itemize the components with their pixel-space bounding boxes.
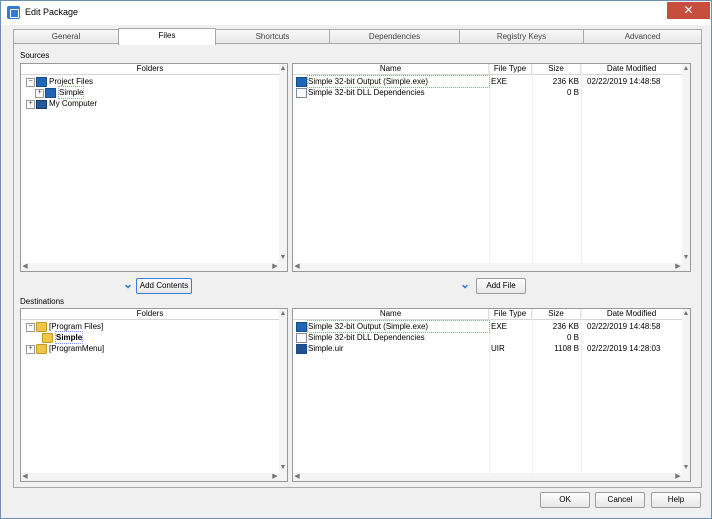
destinations-folders-panel[interactable]: Folders − [Program Files] Simple + [Prog… (20, 308, 288, 482)
date-column-header[interactable]: Date Modified (581, 64, 682, 74)
project-icon (36, 77, 47, 87)
dependency-icon (296, 88, 307, 98)
tab-files[interactable]: Files (118, 28, 216, 45)
file-row[interactable]: Simple.uir UIR 1108 B 02/22/2019 14:28:0… (293, 343, 682, 354)
exe-file-icon (296, 322, 307, 332)
vertical-scrollbar[interactable]: ▲ ▼ (279, 309, 287, 481)
folders-header: Folders (21, 309, 279, 320)
computer-icon (36, 100, 47, 109)
edit-package-window: Edit Package ✕ General Files Shortcuts D… (0, 0, 712, 519)
tree-item-my-computer[interactable]: + My Computer (25, 98, 145, 109)
sources-files-panel[interactable]: Name File Type Size Date Modified Simple… (292, 63, 691, 272)
scroll-down-icon[interactable]: ▼ (279, 254, 287, 262)
scroll-down-icon[interactable]: ▼ (682, 464, 690, 472)
scroll-up-icon[interactable]: ▲ (279, 310, 287, 318)
folder-icon (42, 333, 53, 343)
tab-strip: General Files Shortcuts Dependencies Reg… (13, 28, 702, 45)
vertical-scrollbar[interactable]: ▲ ▼ (682, 309, 690, 481)
scroll-right-icon[interactable]: ▶ (674, 263, 682, 271)
name-column-header[interactable]: Name (293, 64, 489, 74)
help-button[interactable]: Help (651, 492, 701, 508)
scroll-up-icon[interactable]: ▲ (682, 310, 690, 318)
title-bar: Edit Package ✕ (1, 1, 711, 25)
destinations-files-panel[interactable]: Name File Type Size Date Modified Simple… (292, 308, 691, 482)
uir-file-icon (296, 344, 307, 354)
size-column-header[interactable]: Size (532, 64, 581, 74)
close-button[interactable]: ✕ (667, 2, 710, 19)
tab-advanced[interactable]: Advanced (583, 29, 702, 43)
vertical-scrollbar[interactable]: ▲ ▼ (682, 64, 690, 271)
sources-folders-panel[interactable]: Folders − Project Files + Simple + My Co… (20, 63, 288, 272)
exe-file-icon (296, 77, 307, 87)
sources-label: Sources (20, 51, 50, 60)
scroll-right-icon[interactable]: ▶ (271, 473, 279, 481)
files-header: Name File Type Size Date Modified (293, 309, 682, 320)
destinations-label: Destinations (20, 297, 65, 306)
expand-icon[interactable]: + (26, 100, 35, 109)
chevron-down-icon: ⌄ (460, 277, 471, 291)
tab-shortcuts[interactable]: Shortcuts (215, 29, 330, 43)
horizontal-scrollbar[interactable]: ◀ ▶ (21, 263, 279, 271)
type-column-header[interactable]: File Type (489, 309, 532, 319)
window-title: Edit Package (25, 7, 79, 17)
horizontal-scrollbar[interactable]: ◀ ▶ (293, 263, 682, 271)
collapse-icon[interactable]: − (26, 78, 35, 87)
file-row[interactable]: Simple 32-bit Output (Simple.exe) EXE 23… (293, 75, 682, 88)
horizontal-scrollbar[interactable]: ◀ ▶ (293, 473, 682, 481)
files-header: Name File Type Size Date Modified (293, 64, 682, 75)
tree-item-program-menu[interactable]: + [ProgramMenu] (25, 343, 175, 354)
dependency-icon (296, 333, 307, 343)
add-contents-button[interactable]: Add Contents (136, 278, 192, 294)
expand-icon[interactable]: + (35, 89, 44, 98)
tree-item-simple[interactable]: + Simple (35, 86, 155, 99)
expand-icon[interactable]: + (26, 345, 35, 354)
scroll-up-icon[interactable]: ▲ (279, 65, 287, 73)
scroll-down-icon[interactable]: ▼ (279, 464, 287, 472)
file-row[interactable]: Simple 32-bit DLL Dependencies 0 B (293, 87, 682, 98)
chevron-down-icon: ⌄ (123, 277, 134, 291)
collapse-icon[interactable]: − (26, 323, 35, 332)
add-file-button[interactable]: Add File (476, 278, 526, 294)
folder-icon (36, 344, 47, 354)
date-column-header[interactable]: Date Modified (581, 309, 682, 319)
type-column-header[interactable]: File Type (489, 64, 532, 74)
package-icon (7, 6, 20, 19)
tree-item-project-files[interactable]: − Project Files (25, 76, 245, 87)
scroll-right-icon[interactable]: ▶ (271, 263, 279, 271)
scroll-left-icon[interactable]: ◀ (293, 263, 301, 271)
folder-icon (45, 88, 56, 98)
tab-registry-keys[interactable]: Registry Keys (459, 29, 584, 43)
tree-item-program-files[interactable]: − [Program Files] (25, 321, 175, 332)
scroll-left-icon[interactable]: ◀ (21, 473, 29, 481)
ok-button[interactable]: OK (540, 492, 590, 508)
scroll-left-icon[interactable]: ◀ (293, 473, 301, 481)
name-column-header[interactable]: Name (293, 309, 489, 319)
folder-icon (36, 322, 47, 332)
scroll-up-icon[interactable]: ▲ (682, 65, 690, 73)
file-row[interactable]: Simple 32-bit Output (Simple.exe) EXE 23… (293, 320, 682, 333)
tree-item-simple[interactable]: Simple (40, 331, 160, 344)
tab-dependencies[interactable]: Dependencies (329, 29, 460, 43)
files-tab-content: Sources Folders − Project Files + Simple… (13, 43, 702, 488)
scroll-right-icon[interactable]: ▶ (674, 473, 682, 481)
scroll-down-icon[interactable]: ▼ (682, 254, 690, 262)
vertical-scrollbar[interactable]: ▲ ▼ (279, 64, 287, 271)
folders-header: Folders (21, 64, 279, 75)
tab-general[interactable]: General (13, 29, 119, 43)
horizontal-scrollbar[interactable]: ◀ ▶ (21, 473, 279, 481)
file-row[interactable]: Simple 32-bit DLL Dependencies 0 B (293, 332, 682, 343)
size-column-header[interactable]: Size (532, 309, 581, 319)
scroll-left-icon[interactable]: ◀ (21, 263, 29, 271)
cancel-button[interactable]: Cancel (595, 492, 645, 508)
